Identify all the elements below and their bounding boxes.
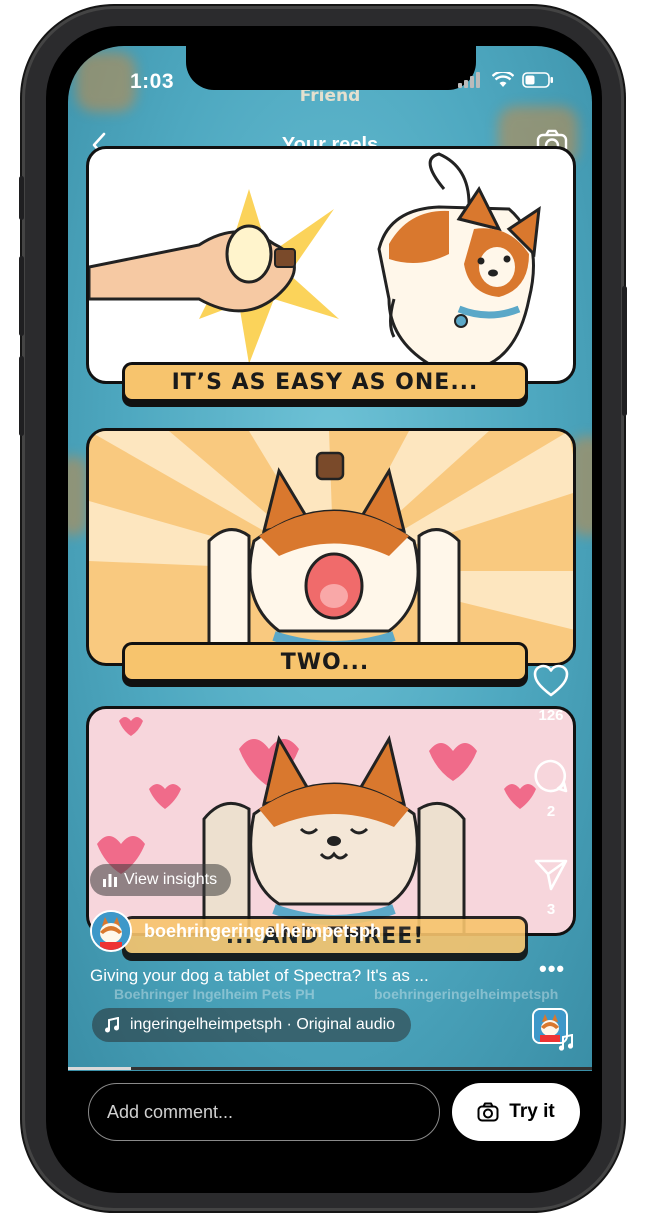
bg-treat-blur xyxy=(68,456,88,536)
bottom-bar: Try it xyxy=(68,1071,592,1172)
status-time: 1:03 xyxy=(130,70,175,93)
reel-progress-bar[interactable] xyxy=(68,1067,592,1070)
more-options-icon[interactable]: ••• xyxy=(539,956,565,982)
reel-progress-fill xyxy=(68,1067,131,1070)
comic-panel-3 xyxy=(86,706,576,936)
account-row[interactable]: boehringeringelheimpetsph xyxy=(90,910,381,952)
view-insights-label: View insights xyxy=(124,871,218,888)
mute-switch xyxy=(19,176,24,220)
watermark-instagram: boehringeringelheimpetsph xyxy=(374,986,559,1002)
power-button xyxy=(622,286,627,416)
audio-label: ingeringelheimpetsph · Original audio xyxy=(130,1016,396,1033)
heart-icon[interactable] xyxy=(533,664,569,698)
add-comment-input[interactable] xyxy=(88,1083,440,1141)
panel-3-illustration xyxy=(97,717,536,933)
try-it-label: Try it xyxy=(509,1101,555,1122)
wifi-icon xyxy=(492,72,514,87)
reel-screen: Best Friend 1:03 Your reels xyxy=(68,46,592,1172)
comic-panel-1 xyxy=(86,146,576,384)
panel-2-caption: TWO... xyxy=(122,642,528,682)
comment-bubble-icon[interactable] xyxy=(533,758,569,794)
notch xyxy=(186,46,476,90)
account-username[interactable]: boehringeringelheimpetsph xyxy=(144,921,381,942)
share-action[interactable]: 3 xyxy=(526,858,576,918)
watermark-facebook: Boehringer Ingelheim Pets PH xyxy=(114,986,315,1002)
comic-panel-2 xyxy=(86,428,576,666)
battery-icon xyxy=(522,72,553,88)
panel-1-illustration xyxy=(89,152,541,366)
bg-treat-blur xyxy=(76,52,136,112)
avatar[interactable] xyxy=(90,910,132,952)
comment-action[interactable]: 2 xyxy=(526,758,576,820)
panel-1-caption: IT’S AS EASY AS ONE... xyxy=(122,362,528,402)
share-count: 3 xyxy=(546,901,556,918)
volume-up-button xyxy=(19,256,24,336)
status-icons xyxy=(458,72,554,88)
like-count: 126 xyxy=(538,707,564,724)
like-action[interactable]: 126 xyxy=(526,664,576,724)
comment-count: 2 xyxy=(546,803,556,820)
volume-down-button xyxy=(19,356,24,436)
try-it-button[interactable]: Try it xyxy=(452,1083,580,1141)
view-insights-button[interactable]: View insights xyxy=(90,864,232,896)
audio-chip[interactable]: ingeringelheimpetsph · Original audio xyxy=(92,1008,412,1042)
avatar-dog-image xyxy=(92,912,130,950)
panel-2-illustration xyxy=(89,431,573,663)
camera-icon xyxy=(477,1102,499,1122)
send-icon[interactable] xyxy=(533,858,569,892)
bar-chart-icon xyxy=(103,874,117,887)
cellular-signal-icon xyxy=(458,72,480,88)
reel-caption[interactable]: Giving your dog a tablet of Spectra? It'… xyxy=(90,966,510,986)
music-note-badge-icon xyxy=(558,1034,574,1051)
music-note-icon xyxy=(105,1017,119,1033)
